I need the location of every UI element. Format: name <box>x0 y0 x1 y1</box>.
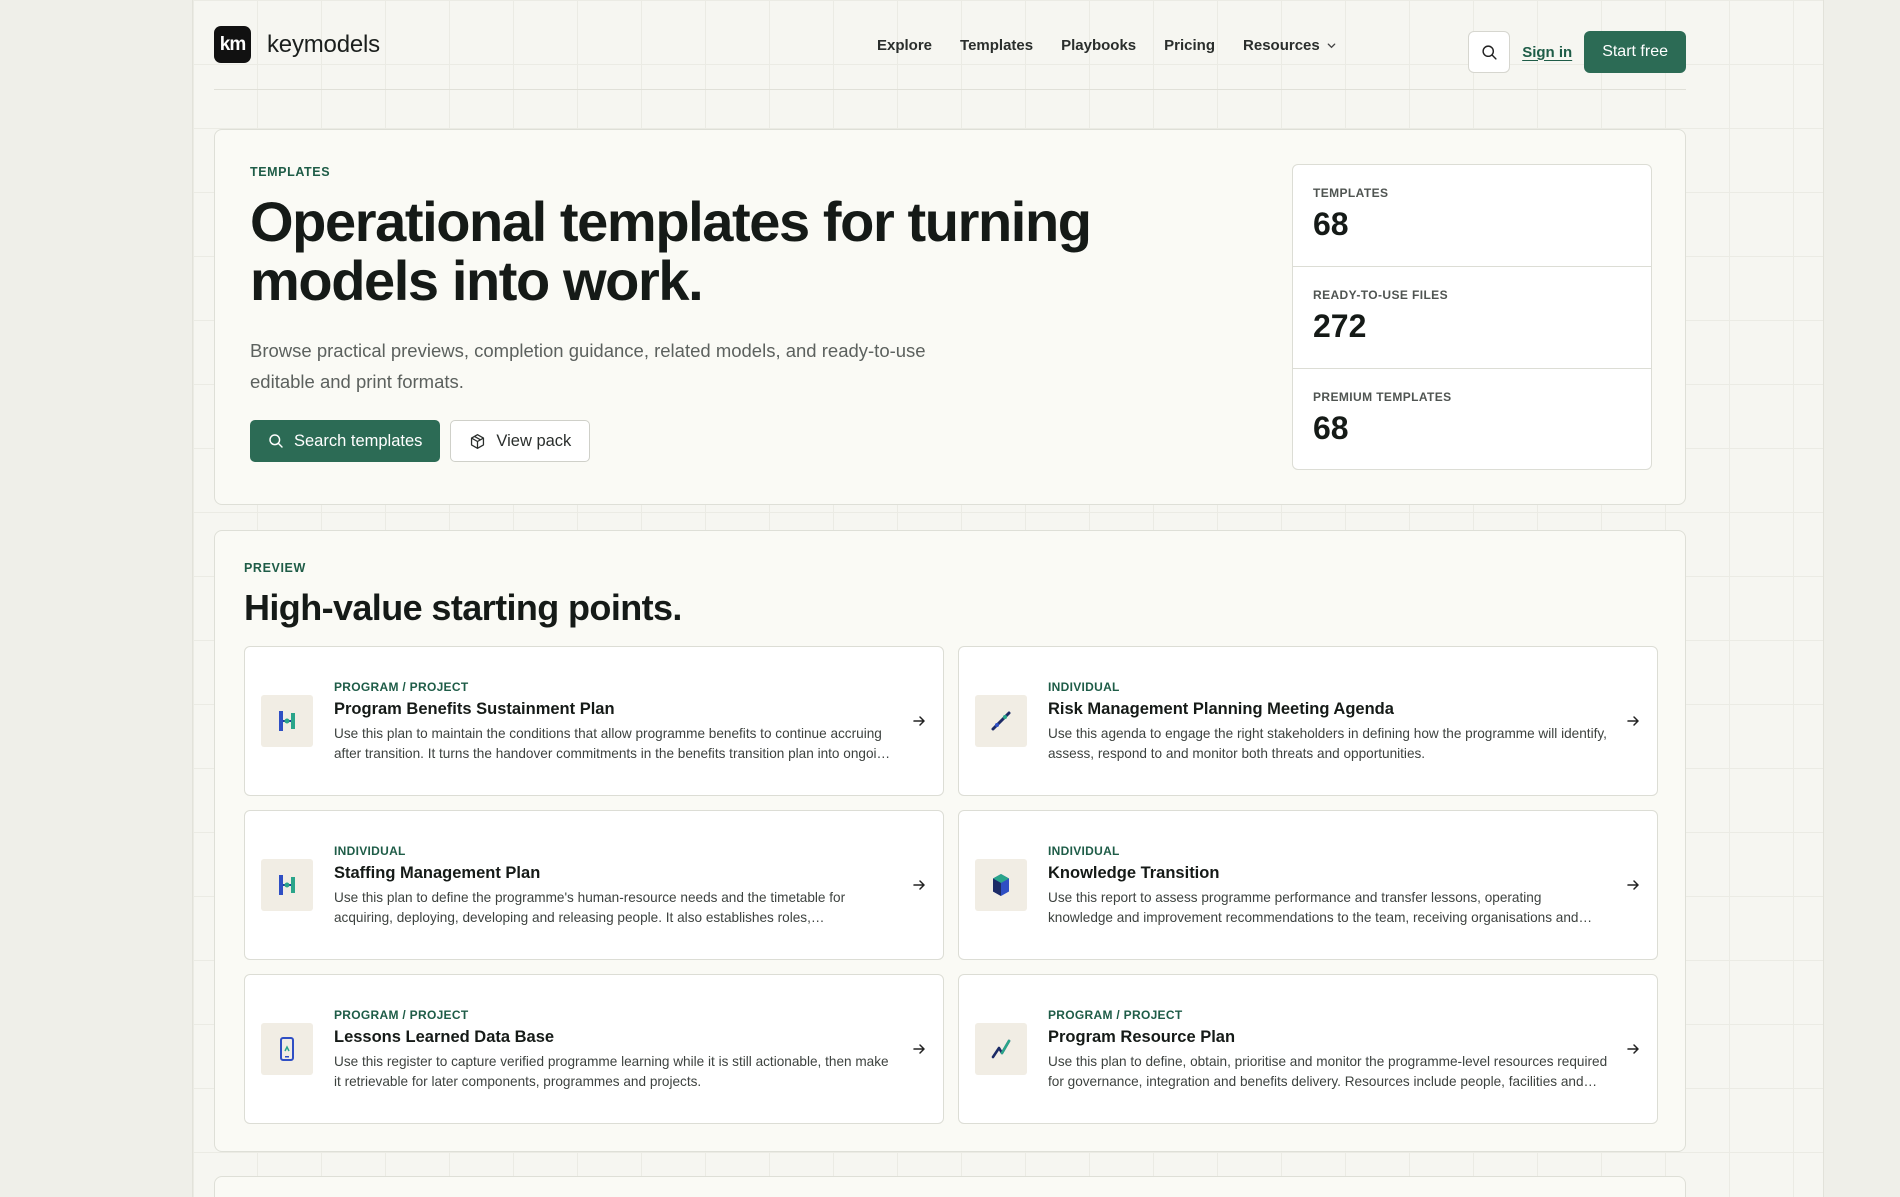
template-card-body: PROGRAM / PROJECT Program Resource Plan … <box>1048 1008 1608 1092</box>
hero-description: Browse practical previews, completion gu… <box>250 340 926 392</box>
split-bars-icon <box>279 875 295 895</box>
search-button[interactable] <box>1468 31 1511 73</box>
template-title: Program Benefits Sustainment Plan <box>334 700 615 718</box>
hero-eyebrow: TEMPLATES <box>250 165 331 179</box>
arrow-right-icon <box>1627 880 1639 890</box>
stat-label: TEMPLATES <box>1313 186 1389 200</box>
sign-in-link[interactable]: Sign in <box>1522 44 1572 61</box>
phone-device-icon <box>280 1037 294 1061</box>
template-card[interactable]: PROGRAM / PROJECT Program Benefits Susta… <box>244 646 944 796</box>
start-free-button[interactable]: Start free <box>1584 31 1686 73</box>
stat-value: 272 <box>1313 308 1367 344</box>
arrow-right-icon <box>913 1044 925 1054</box>
preview-panel: PREVIEW High-value starting points. PROG… <box>214 530 1686 1152</box>
template-category: PROGRAM / PROJECT <box>1048 1008 1183 1022</box>
template-card-body: INDIVIDUAL Staffing Management Plan Use … <box>334 844 894 928</box>
template-card-body: PROGRAM / PROJECT Lessons Learned Data B… <box>334 1008 894 1092</box>
chevron-down-icon <box>1327 42 1336 48</box>
nav-templates[interactable]: Templates <box>960 37 1033 54</box>
package-icon <box>471 433 485 449</box>
template-description: Use this plan to maintain the conditions… <box>334 726 892 761</box>
template-thumbnail <box>975 695 1027 747</box>
search-templates-button[interactable]: Search templates <box>250 420 441 462</box>
template-card[interactable]: INDIVIDUAL Risk Management Planning Meet… <box>958 646 1658 796</box>
template-description: Use this plan to define the programme's … <box>334 890 846 925</box>
stat-premium: PREMIUM TEMPLATES 68 <box>1293 369 1651 471</box>
nav-resources[interactable]: Resources <box>1243 37 1337 54</box>
search-icon <box>269 434 283 448</box>
view-pack-label: View pack <box>496 431 572 450</box>
template-thumbnail <box>261 1023 313 1075</box>
nav-playbooks[interactable]: Playbooks <box>1061 37 1136 54</box>
zigzag-line-icon <box>991 1039 1011 1059</box>
brand-logo[interactable]: km keymodels <box>214 26 380 63</box>
template-thumbnail <box>975 859 1027 911</box>
search-icon <box>1482 44 1497 60</box>
page-container: km keymodels Explore Templates Playbooks… <box>214 0 1686 1197</box>
diagonal-line-icon <box>991 711 1011 731</box>
template-title: Program Resource Plan <box>1048 1028 1236 1046</box>
hexagon-prism-icon <box>993 874 1009 896</box>
stat-label: PREMIUM TEMPLATES <box>1313 390 1452 404</box>
page-title: Operational templates for turning models… <box>250 190 1092 312</box>
template-thumbnail <box>261 859 313 911</box>
template-title: Lessons Learned Data Base <box>334 1028 555 1046</box>
arrow-right-icon <box>1627 1044 1639 1054</box>
template-cards: PROGRAM / PROJECT Program Benefits Susta… <box>244 646 1658 1124</box>
template-description: Use this register to capture verified pr… <box>334 1054 889 1089</box>
template-card[interactable]: PROGRAM / PROJECT Program Resource Plan … <box>958 974 1658 1124</box>
preview-eyebrow: PREVIEW <box>244 561 306 575</box>
stat-templates: TEMPLATES 68 <box>1293 165 1651 267</box>
main-nav: Explore Templates Playbooks Pricing Reso… <box>877 0 1337 90</box>
next-section-panel <box>214 1176 1686 1197</box>
template-category: PROGRAM / PROJECT <box>334 1008 469 1022</box>
template-category: INDIVIDUAL <box>1048 680 1120 694</box>
nav-explore[interactable]: Explore <box>877 37 932 54</box>
stat-value: 68 <box>1313 410 1349 446</box>
template-thumbnail <box>975 1023 1027 1075</box>
template-category: PROGRAM / PROJECT <box>334 680 469 694</box>
template-card-body: PROGRAM / PROJECT Program Benefits Susta… <box>334 680 894 764</box>
site-header: km keymodels Explore Templates Playbooks… <box>214 0 1686 90</box>
stat-ready-files: READY-TO-USE FILES 272 <box>1293 267 1651 369</box>
template-description: Use this plan to define, obtain, priorit… <box>1048 1054 1608 1089</box>
stat-value: 68 <box>1313 206 1349 242</box>
template-title: Staffing Management Plan <box>334 864 541 882</box>
nav-pricing[interactable]: Pricing <box>1164 37 1215 54</box>
nav-resources-label: Resources <box>1243 36 1320 54</box>
stats-panel: TEMPLATES 68 READY-TO-USE FILES 272 PREM… <box>1292 164 1652 470</box>
search-templates-label: Search templates <box>294 431 423 450</box>
arrow-right-icon <box>1627 716 1639 726</box>
template-category: INDIVIDUAL <box>1048 844 1120 858</box>
preview-title: High-value starting points. <box>244 587 682 628</box>
template-description: Use this report to assess programme perf… <box>1048 890 1579 925</box>
template-category: INDIVIDUAL <box>334 844 406 858</box>
arrow-right-icon <box>913 716 925 726</box>
template-card-body: INDIVIDUAL Risk Management Planning Meet… <box>1048 680 1608 764</box>
split-bars-icon <box>279 711 295 731</box>
template-card[interactable]: PROGRAM / PROJECT Lessons Learned Data B… <box>244 974 944 1124</box>
header-actions: Sign in Start free <box>1468 31 1686 73</box>
template-title: Risk Management Planning Meeting Agenda <box>1048 700 1394 718</box>
template-card-body: INDIVIDUAL Knowledge Transition Use this… <box>1048 844 1608 928</box>
logo-wordmark: keymodels <box>267 30 380 58</box>
template-title: Knowledge Transition <box>1048 864 1220 882</box>
view-pack-button[interactable]: View pack <box>450 420 591 462</box>
hero-panel: TEMPLATES Operational templates for turn… <box>214 129 1686 505</box>
template-description: Use this agenda to engage the right stak… <box>1048 726 1607 761</box>
logo-mark: km <box>214 26 251 63</box>
template-card[interactable]: INDIVIDUAL Knowledge Transition Use this… <box>958 810 1658 960</box>
hero-actions: Search templates View pack <box>250 420 591 462</box>
template-thumbnail <box>261 695 313 747</box>
template-card[interactable]: INDIVIDUAL Staffing Management Plan Use … <box>244 810 944 960</box>
arrow-right-icon <box>913 880 925 890</box>
stat-label: READY-TO-USE FILES <box>1313 288 1448 302</box>
